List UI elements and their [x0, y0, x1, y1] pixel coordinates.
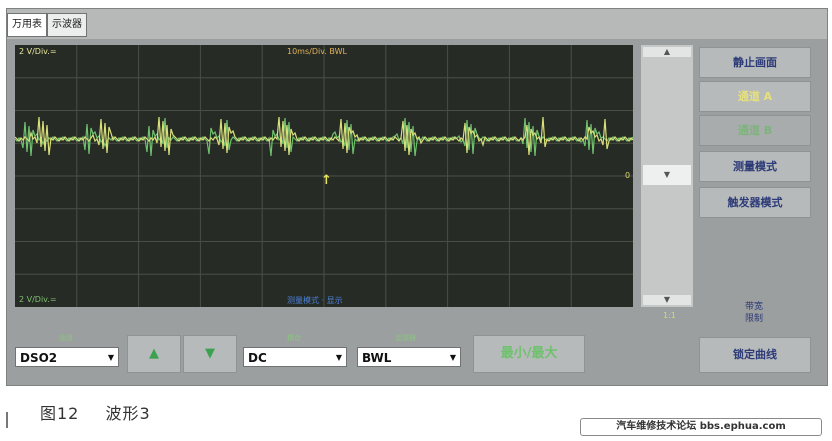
min-max-button[interactable]: 最小/最大 — [473, 335, 585, 373]
chevron-down-icon: ▼ — [335, 353, 342, 362]
trigger-arrow-icon[interactable]: ↑ — [321, 173, 332, 188]
scroll-up-arrow-icon[interactable]: ▲ — [643, 47, 691, 57]
trigger-mode-button[interactable]: 触发器模式 — [699, 187, 811, 218]
forum-watermark: 汽车维修技术论坛 bbs.ephua.com — [580, 418, 822, 436]
step-up-button[interactable]: ▲ — [127, 335, 181, 373]
filter-select[interactable]: BWL ▼ — [357, 347, 461, 367]
scroll-thumb[interactable]: ▼ — [643, 165, 691, 185]
figure-number: 图12 — [40, 404, 80, 423]
channel-select-label: 通道 — [59, 334, 73, 342]
dso-select[interactable]: DSO2 ▼ — [15, 347, 119, 367]
page-edge-mark — [6, 412, 8, 428]
coupling-select-value: DC — [248, 351, 267, 365]
scroll-down-arrow-icon[interactable]: ▼ — [643, 295, 691, 305]
figure-title: 波形3 — [105, 404, 151, 423]
scroll-value: 1:1 — [663, 311, 676, 320]
channel-b-button[interactable]: 通道 B — [699, 115, 811, 146]
filter-select-value: BWL — [362, 351, 392, 365]
tab-bar: 万用表 示波器 — [7, 9, 827, 39]
timebase-label: 10ms/Div. BWL — [287, 47, 347, 56]
tab-multimeter[interactable]: 万用表 — [7, 13, 47, 37]
oscilloscope-screen: 2 V/Div.= 10ms/Div. BWL 2 V/Div.= 测量模式 ·… — [15, 45, 633, 307]
coupling-select-label: 耦合 — [287, 334, 301, 342]
bottom-status-label: 测量模式 · 显示 — [287, 296, 343, 305]
bandwidth-label-line2: 限制 — [744, 314, 763, 324]
coupling-select[interactable]: DC ▼ — [243, 347, 347, 367]
bandwidth-label-line1: 带宽 — [744, 302, 763, 312]
bandwidth-limit-label: 带宽 限制 — [699, 301, 809, 325]
channel-a-scale: 2 V/Div.= — [19, 47, 57, 56]
zero-level-marker: 0 — [625, 171, 631, 180]
freeze-screen-button[interactable]: 静止画面 — [699, 47, 811, 78]
dso-select-value: DSO2 — [20, 351, 58, 365]
step-down-button[interactable]: ▼ — [183, 335, 237, 373]
measure-mode-button[interactable]: 测量模式 — [699, 151, 811, 182]
chevron-down-icon: ▼ — [449, 353, 456, 362]
app-window: 万用表 示波器 2 V/Div.= 10ms/Div. BWL 2 V/Div.… — [6, 8, 828, 386]
tab-oscilloscope[interactable]: 示波器 — [47, 13, 87, 37]
channel-a-button[interactable]: 通道 A — [699, 81, 811, 112]
figure-caption: 图12 波形3 — [40, 400, 171, 424]
chevron-down-icon: ▼ — [107, 353, 114, 362]
lock-curve-button[interactable]: 锁定曲线 — [699, 337, 811, 373]
channel-b-scale: 2 V/Div.= — [19, 295, 57, 304]
filter-select-label: 滤波器 — [395, 334, 416, 342]
vertical-offset-scrollbar[interactable]: ▲ ▼ ▼ — [641, 45, 693, 307]
